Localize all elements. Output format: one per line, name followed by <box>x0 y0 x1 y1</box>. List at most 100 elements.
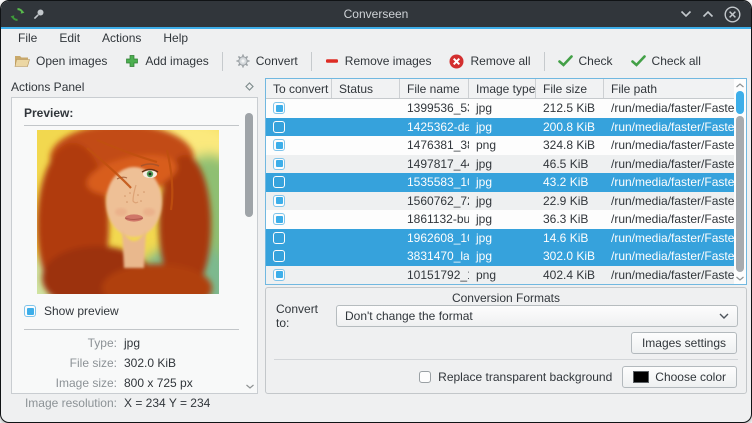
group-title: Conversion Formats <box>266 291 746 305</box>
table-row[interactable]: 1560762_722... jpg 22.9 KiB /run/media/f… <box>266 192 746 211</box>
choose-color-button[interactable]: Choose color <box>622 366 737 388</box>
show-preview-checkbox[interactable]: Show preview <box>24 304 119 318</box>
app-window: Converseen File Edit Actions Help <box>0 0 752 423</box>
cell-to-convert[interactable] <box>266 213 332 225</box>
cell-image-type: jpg <box>469 194 536 208</box>
file-table[interactable]: To convert Status File name Image type F… <box>265 78 747 285</box>
conversion-formats-group: Conversion Formats Convert to: Don't cha… <box>265 287 747 394</box>
plus-icon <box>125 54 139 68</box>
color-swatch <box>633 371 649 383</box>
scroll-up-icon[interactable] <box>245 100 255 110</box>
images-settings-button[interactable]: Images settings <box>631 332 737 354</box>
cell-file-name: 1962608_102... <box>400 231 469 245</box>
table-row[interactable]: 1497817_443... jpg 46.5 KiB /run/media/f… <box>266 155 746 174</box>
col-image-type[interactable]: Image type <box>469 79 536 98</box>
check-all-button[interactable]: Check all <box>622 50 710 72</box>
actions-panel-title: Actions Panel <box>11 80 84 94</box>
cell-file-name: 1399536_532... <box>400 101 469 115</box>
convert-to-value: Don't change the format <box>345 309 473 323</box>
menu-actions[interactable]: Actions <box>93 30 150 46</box>
table-row[interactable]: 1962608_102... jpg 14.6 KiB /run/media/f… <box>266 229 746 248</box>
preview-image <box>37 130 219 294</box>
cell-image-type: jpg <box>469 212 536 226</box>
row-checkbox[interactable] <box>273 213 285 225</box>
table-row[interactable]: 10151792_14... png 402.4 KiB /run/media/… <box>266 266 746 285</box>
col-file-path[interactable]: File path <box>604 79 746 98</box>
table-row[interactable]: 1425362-dart... jpg 200.8 KiB /run/media… <box>266 118 746 137</box>
row-checkbox[interactable] <box>273 158 285 170</box>
remove-all-button[interactable]: Remove all <box>440 50 539 73</box>
cell-to-convert[interactable] <box>266 121 332 133</box>
col-to-convert[interactable]: To convert <box>266 79 332 98</box>
cell-file-size: 36.3 KiB <box>536 212 604 226</box>
add-images-button[interactable]: Add images <box>116 50 217 72</box>
row-checkbox[interactable] <box>273 269 285 281</box>
float-panel-icon[interactable] <box>245 82 254 91</box>
menu-edit[interactable]: Edit <box>50 30 89 46</box>
maximize-button[interactable] <box>702 10 714 18</box>
cell-image-type: jpg <box>469 157 536 171</box>
col-status[interactable]: Status <box>332 79 400 98</box>
pin-icon[interactable] <box>33 8 45 20</box>
replace-transparent-checkbox[interactable]: Replace transparent background <box>419 370 612 384</box>
table-scrollbar[interactable] <box>734 79 746 284</box>
cell-file-name: 1497817_443... <box>400 157 469 171</box>
row-checkbox[interactable] <box>273 250 285 262</box>
menubar: File Edit Actions Help <box>1 29 751 47</box>
info-label: Image resolution: <box>12 396 117 410</box>
cell-image-type: jpg <box>469 249 536 263</box>
table-row[interactable]: 3831470_larg... jpg 302.0 KiB /run/media… <box>266 247 746 266</box>
cell-image-type: png <box>469 138 536 152</box>
row-checkbox[interactable] <box>273 139 285 151</box>
cell-to-convert[interactable] <box>266 139 332 151</box>
row-checkbox[interactable] <box>273 121 285 133</box>
scrollbar-thumb[interactable] <box>245 113 253 217</box>
panel-scrollbar[interactable] <box>244 100 254 391</box>
check-button[interactable]: Check <box>549 50 622 72</box>
cell-to-convert[interactable] <box>266 195 332 207</box>
info-value-type: jpg <box>124 336 239 350</box>
cell-file-size: 402.4 KiB <box>536 268 604 282</box>
titlebar[interactable]: Converseen <box>1 1 751 27</box>
menu-file[interactable]: File <box>9 30 46 46</box>
table-row[interactable]: 1535583_102... jpg 43.2 KiB /run/media/f… <box>266 173 746 192</box>
convert-button[interactable]: Convert <box>227 50 307 72</box>
row-checkbox[interactable] <box>273 102 285 114</box>
actions-panel-scroll-area: Preview: <box>11 97 258 394</box>
close-button[interactable] <box>724 6 741 23</box>
cell-to-convert[interactable] <box>266 269 332 281</box>
cell-file-name: 1560762_722... <box>400 194 469 208</box>
remove-images-button[interactable]: Remove images <box>316 50 441 72</box>
menu-help[interactable]: Help <box>154 30 197 46</box>
table-row[interactable]: 1399536_532... jpg 212.5 KiB /run/media/… <box>266 99 746 118</box>
scroll-up-icon[interactable] <box>735 80 745 90</box>
row-checkbox[interactable] <box>273 232 285 244</box>
cell-to-convert[interactable] <box>266 102 332 114</box>
table-row[interactable]: 1861132-bun... jpg 36.3 KiB /run/media/f… <box>266 210 746 229</box>
check-all-icon <box>631 55 646 67</box>
cell-to-convert[interactable] <box>266 232 332 244</box>
scrollbar-thumb[interactable] <box>736 91 744 114</box>
cell-to-convert[interactable] <box>266 176 332 188</box>
info-value-image-size: 800 x 725 px <box>124 376 239 390</box>
col-file-size[interactable]: File size <box>536 79 604 98</box>
scrollbar-groove[interactable] <box>736 116 744 272</box>
toolbar-separator <box>311 52 312 71</box>
row-checkbox[interactable] <box>273 176 285 188</box>
scroll-down-icon[interactable] <box>245 381 255 391</box>
scroll-down-icon[interactable] <box>735 273 745 283</box>
open-images-label: Open images <box>36 54 107 68</box>
col-file-name[interactable]: File name <box>400 79 469 98</box>
convert-to-select[interactable]: Don't change the format <box>336 305 738 327</box>
table-header[interactable]: To convert Status File name Image type F… <box>266 79 746 99</box>
toolbar: Open images Add images <box>1 47 751 75</box>
cell-image-type: jpg <box>469 101 536 115</box>
cell-to-convert[interactable] <box>266 158 332 170</box>
open-images-button[interactable]: Open images <box>5 50 116 72</box>
row-checkbox[interactable] <box>273 195 285 207</box>
cell-to-convert[interactable] <box>266 250 332 262</box>
minimize-button[interactable] <box>680 10 692 18</box>
divider <box>274 359 738 360</box>
table-row[interactable]: 1476381_389... png 324.8 KiB /run/media/… <box>266 136 746 155</box>
check-label: Check <box>579 54 613 68</box>
